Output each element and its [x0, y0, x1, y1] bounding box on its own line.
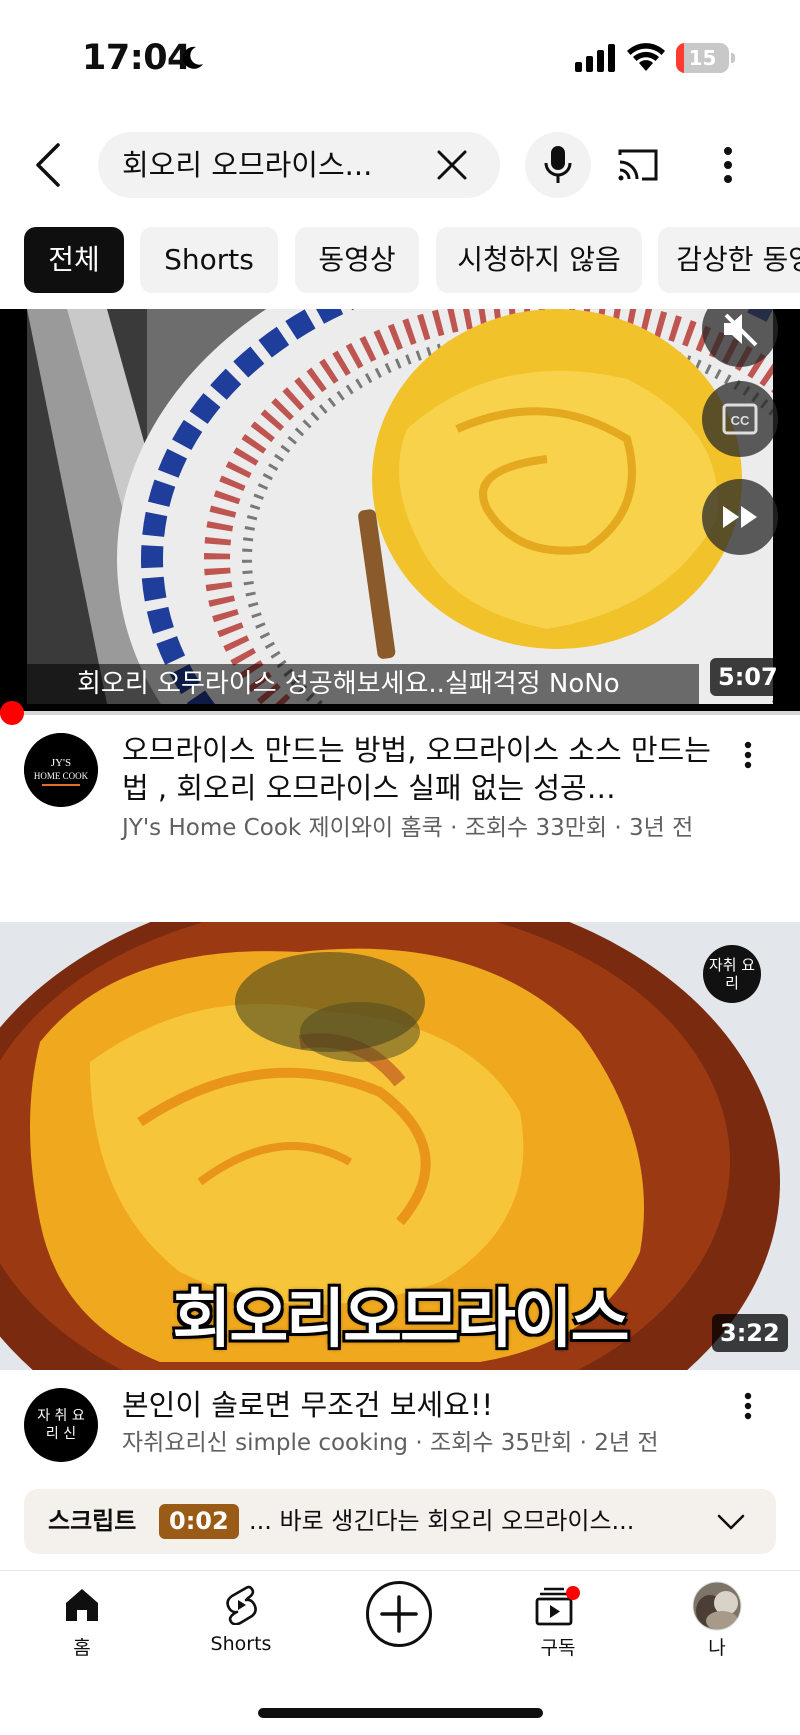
nav-subscriptions-label: 구독	[540, 1637, 576, 1659]
skip-forward-button[interactable]	[702, 479, 778, 555]
video-1-caption: 회오리 오무라이스 성공해보세요..실패걱정 NoNo	[27, 664, 699, 704]
channel-watermark: 자취 요리	[703, 945, 761, 1003]
create-button[interactable]	[366, 1581, 432, 1647]
transcript-snippet[interactable]: 스크립트 0:02 ... 바로 생긴다는 회오리 오므라이스...	[24, 1489, 776, 1554]
video-1-scrubber[interactable]	[0, 701, 24, 725]
cellular-signal-icon	[575, 44, 615, 72]
nav-you[interactable]: 나	[657, 1571, 777, 1681]
battery-level: 15	[688, 46, 717, 70]
closed-captions-icon: CC	[722, 403, 758, 435]
nav-home-label: 홈	[73, 1637, 91, 1659]
nav-shorts[interactable]: Shorts	[181, 1571, 301, 1681]
svg-text:HOME COOK: HOME COOK	[34, 771, 89, 781]
volume-off-icon	[724, 313, 758, 347]
video-2-subtitle: 자취요리신 simple cooking · 조회수 35만회 · 2년 전	[122, 1430, 659, 1456]
video-1-meta[interactable]: JY'S HOME COOK 오므라이스 만드는 방법, 오므라이스 소스 만드…	[0, 725, 800, 875]
omurice-plate-image	[27, 309, 773, 704]
wifi-icon	[627, 43, 665, 71]
avatar-jachwi-yorisin[interactable]: 자 취 요 리 신	[24, 1388, 98, 1462]
video-2-title[interactable]: 본인이 솔로면 무조건 보세요!!	[122, 1386, 722, 1424]
chip-all[interactable]: 전체	[24, 227, 124, 293]
video-1-thumbnail: 회오리 오무라이스 성공해보세요..실패걱정 NoNo	[27, 309, 773, 704]
shorts-icon	[226, 1585, 257, 1625]
voice-search-button[interactable]	[525, 132, 591, 198]
more-vertical-icon	[744, 741, 752, 769]
transcript-label: 스크립트	[48, 1507, 137, 1535]
video-player-1[interactable]: 회오리 오무라이스 성공해보세요..실패걱정 NoNo CC	[0, 309, 800, 713]
nav-subscriptions[interactable]: 구독	[498, 1571, 618, 1681]
status-time: 17:04	[82, 38, 191, 78]
chip-shorts[interactable]: Shorts	[140, 227, 278, 293]
jys-home-cook-logo: JY'S HOME COOK	[24, 733, 98, 807]
profile-avatar	[692, 1581, 742, 1631]
video-1-title[interactable]: 오므라이스 만드는 방법, 오므라이스 소스 만드는법 , 회오리 오므라이스 …	[122, 731, 722, 807]
video-1-more-button[interactable]	[730, 735, 766, 775]
clear-search-button[interactable]	[430, 143, 474, 187]
chevron-left-icon	[36, 143, 60, 187]
fast-forward-icon	[723, 506, 757, 528]
plus-icon	[380, 1595, 418, 1633]
transcript-text: ... 바로 생긴다는 회오리 오므라이스...	[249, 1507, 635, 1535]
chip-videos[interactable]: 동영상	[295, 227, 419, 293]
chip-unwatched[interactable]: 시청하지 않음	[436, 227, 642, 293]
search-query[interactable]: 회오리 오므라이스...	[122, 132, 422, 198]
nav-shorts-label: Shorts	[210, 1633, 272, 1655]
video-1-progress[interactable]	[0, 711, 800, 715]
filter-chips: 전체 Shorts 동영상 시청하지 않음 감상한 동영상	[0, 227, 800, 295]
expand-transcript-button[interactable]	[714, 1505, 748, 1539]
transcript-timestamp[interactable]: 0:02	[159, 1504, 239, 1539]
video-1-subtitle: JY's Home Cook 제이와이 홈쿡 · 조회수 33만회 · 3년 전	[122, 815, 694, 841]
battery-icon: 15	[676, 43, 735, 73]
more-options-button[interactable]	[712, 139, 744, 191]
search-input[interactable]: 회오리 오므라이스...	[98, 132, 500, 198]
more-vertical-icon	[744, 1392, 752, 1420]
home-icon	[66, 1589, 98, 1621]
subscriptions-icon	[535, 1586, 580, 1626]
video-2-duration: 3:22	[712, 1314, 788, 1352]
cast-button[interactable]	[612, 139, 664, 191]
back-button[interactable]	[28, 135, 68, 195]
search-header: 회오리 오므라이스...	[0, 125, 800, 205]
chip-watched[interactable]: 감상한 동영상	[658, 227, 800, 293]
status-bar: 17:04 15	[0, 0, 800, 110]
nav-home[interactable]: 홈	[22, 1571, 142, 1681]
microphone-icon	[544, 146, 572, 183]
cast-icon	[618, 149, 658, 181]
captions-button[interactable]: CC	[702, 381, 778, 457]
close-icon	[437, 150, 467, 180]
video-2-meta[interactable]: 자 취 요 리 신 본인이 솔로면 무조건 보세요!! 자취요리신 simple…	[0, 1380, 800, 1480]
nav-you-label: 나	[708, 1637, 726, 1659]
svg-text:JY'S: JY'S	[51, 757, 71, 769]
moon-icon	[182, 46, 203, 69]
video-1-duration: 5:07	[710, 658, 786, 696]
svg-text:CC: CC	[731, 413, 750, 428]
more-vertical-icon	[724, 147, 732, 183]
home-indicator	[258, 1708, 543, 1718]
chevron-down-icon	[717, 1514, 745, 1530]
avatar-jys-home-cook[interactable]: JY'S HOME COOK	[24, 733, 98, 807]
video-2-overlay-title: 회오리오므라이스	[172, 1283, 629, 1357]
video-2-more-button[interactable]	[730, 1386, 766, 1426]
